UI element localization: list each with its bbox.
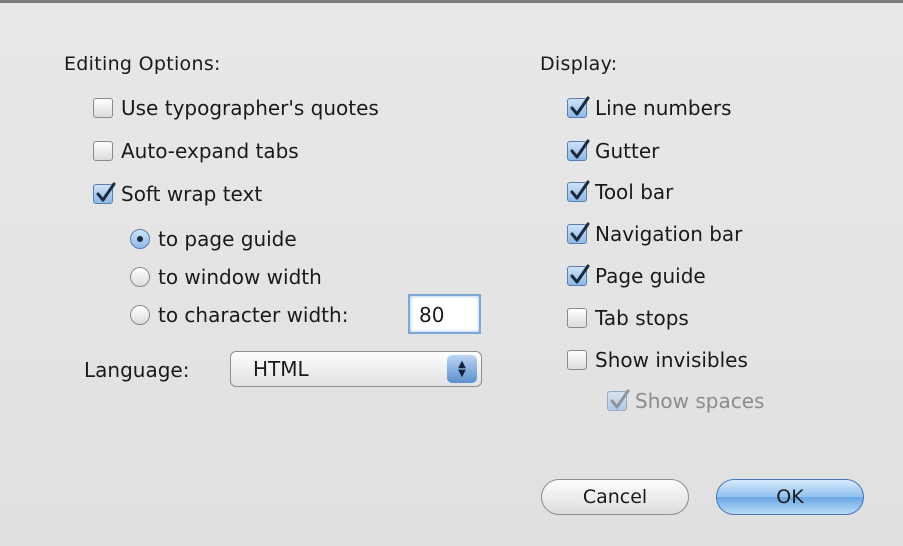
option-tool-bar[interactable]: Tool bar <box>567 180 673 204</box>
typographer-quotes-checkbox[interactable] <box>93 98 113 118</box>
page-guide-radio[interactable] <box>130 229 150 249</box>
checkmark-icon <box>570 96 590 116</box>
option-soft-wrap-text[interactable]: Soft wrap text <box>93 182 262 206</box>
soft-wrap-checkbox[interactable] <box>93 182 116 204</box>
line-numbers-label: Line numbers <box>595 96 732 120</box>
editing-options-heading: Editing Options: <box>64 53 221 75</box>
language-select-value: HTML <box>253 357 309 381</box>
navigation-bar-label: Navigation bar <box>595 222 743 246</box>
checkmark-icon <box>570 139 590 159</box>
show-spaces-label: Show spaces <box>635 389 765 413</box>
tool-bar-label: Tool bar <box>595 180 674 204</box>
option-show-invisibles[interactable]: Show invisibles <box>567 348 748 372</box>
navigation-bar-checkbox[interactable] <box>567 222 590 244</box>
ok-button[interactable]: OK <box>716 479 864 515</box>
auto-expand-tabs-checkbox[interactable] <box>93 141 113 161</box>
gutter-label: Gutter <box>595 139 660 163</box>
cancel-button[interactable]: Cancel <box>541 479 689 515</box>
checkmark-icon <box>570 222 590 242</box>
checkmark-icon <box>96 182 116 202</box>
window-width-radio-label: to window width <box>158 265 322 289</box>
checkmark-icon <box>610 389 630 409</box>
checkmark-icon <box>570 180 590 200</box>
page-guide-checkbox[interactable] <box>567 264 590 286</box>
soft-wrap-label: Soft wrap text <box>121 182 263 206</box>
preferences-dialog: Editing Options: Use typographer's quote… <box>0 0 903 546</box>
gutter-checkbox[interactable] <box>567 139 590 161</box>
wrap-mode-window-width[interactable]: to window width <box>130 265 322 289</box>
checkmark-icon <box>570 264 590 284</box>
wrap-mode-character-width[interactable]: to character width: <box>130 303 348 327</box>
tab-stops-checkbox[interactable] <box>567 308 587 328</box>
character-width-radio[interactable] <box>130 305 150 325</box>
option-gutter[interactable]: Gutter <box>567 139 659 163</box>
option-tab-stops[interactable]: Tab stops <box>567 306 689 330</box>
show-invisibles-label: Show invisibles <box>595 348 748 372</box>
tab-stops-label: Tab stops <box>595 306 689 330</box>
tool-bar-checkbox[interactable] <box>567 180 590 202</box>
typographer-quotes-label: Use typographer's quotes <box>121 96 379 120</box>
auto-expand-tabs-label: Auto-expand tabs <box>121 139 299 163</box>
select-arrows-icon: ▲ ▼ <box>447 355 477 383</box>
wrap-mode-page-guide[interactable]: to page guide <box>130 227 297 251</box>
option-navigation-bar[interactable]: Navigation bar <box>567 222 742 246</box>
option-page-guide[interactable]: Page guide <box>567 264 706 288</box>
option-line-numbers[interactable]: Line numbers <box>567 96 732 120</box>
language-label: Language: <box>84 358 190 382</box>
option-typographer-quotes[interactable]: Use typographer's quotes <box>93 96 379 120</box>
show-invisibles-checkbox[interactable] <box>567 350 587 370</box>
option-auto-expand-tabs[interactable]: Auto-expand tabs <box>93 139 299 163</box>
show-spaces-checkbox <box>607 389 630 411</box>
page-guide-label: Page guide <box>595 264 706 288</box>
option-show-spaces: Show spaces <box>607 389 764 413</box>
language-select[interactable]: HTML ▲ ▼ <box>230 351 482 387</box>
character-width-field[interactable]: 80 <box>408 294 481 334</box>
line-numbers-checkbox[interactable] <box>567 96 590 118</box>
page-guide-radio-label: to page guide <box>158 227 297 251</box>
character-width-radio-label: to character width: <box>158 303 349 327</box>
window-width-radio[interactable] <box>130 267 150 287</box>
display-heading: Display: <box>540 53 618 75</box>
